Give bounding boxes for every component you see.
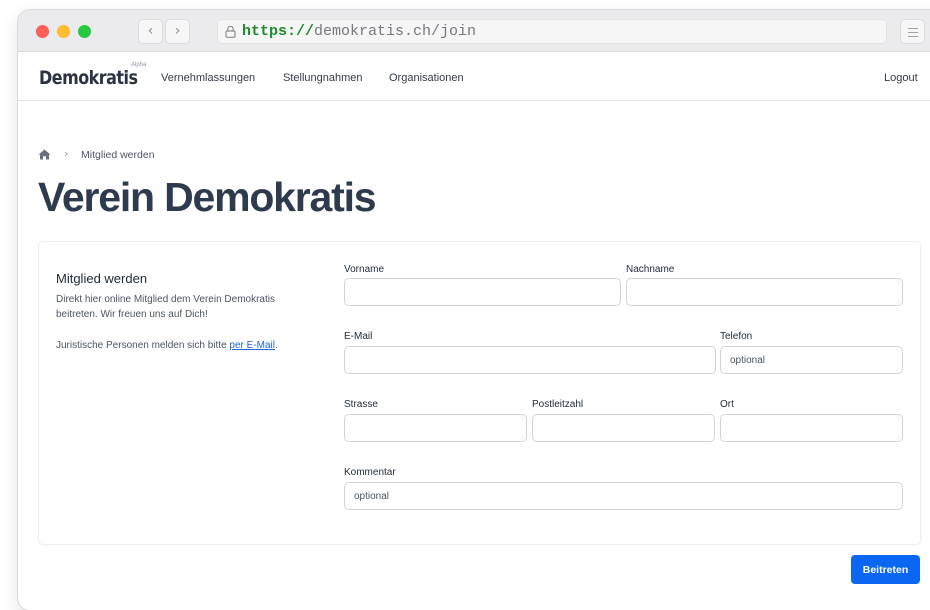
telefon-label: Telefon — [720, 331, 753, 342]
chevron-right-icon: › — [174, 23, 181, 39]
vorname-field[interactable] — [344, 278, 621, 306]
vorname-label: Vorname — [344, 264, 385, 275]
address-bar[interactable]: https://demokratis.ch/join — [217, 19, 887, 44]
nachname-field[interactable] — [626, 278, 903, 306]
email-field[interactable] — [344, 346, 716, 374]
home-icon[interactable] — [38, 149, 51, 160]
close-window-button[interactable] — [36, 25, 49, 38]
ort-label: Ort — [720, 399, 734, 410]
forward-button[interactable]: › — [165, 19, 190, 44]
beitreten-button[interactable]: Beitreten — [851, 555, 920, 584]
breadcrumb-current: Mitglied werden — [81, 149, 155, 161]
email-link[interactable]: per E-Mail — [229, 340, 275, 351]
browser-toolbar: ‹ › https://demokratis.ch/join — [18, 10, 930, 52]
nav-organisationen[interactable]: Organisationen — [389, 72, 464, 84]
chevron-left-icon: ‹ — [147, 23, 154, 39]
site-header: Demokratis Alpha Vernehmlassungen Stellu… — [18, 52, 930, 101]
strasse-label: Strasse — [344, 399, 378, 410]
back-button[interactable]: ‹ — [138, 19, 163, 44]
nachname-label: Nachname — [626, 264, 675, 275]
browser-window: ‹ › https://demokratis.ch/join Demokrati… — [18, 10, 930, 610]
kommentar-label: Kommentar — [344, 467, 396, 478]
ort-field[interactable] — [720, 414, 903, 442]
url-scheme: https:// — [242, 23, 315, 40]
kommentar-field[interactable] — [344, 482, 903, 510]
strasse-field[interactable] — [344, 414, 527, 442]
alpha-badge: Alpha — [131, 62, 147, 68]
menu-icon — [908, 28, 918, 29]
email-label: E-Mail — [344, 331, 373, 342]
postleitzahl-field[interactable] — [532, 414, 715, 442]
telefon-field[interactable] — [720, 346, 903, 374]
lock-icon — [225, 25, 236, 38]
postleitzahl-label: Postleitzahl — [532, 399, 584, 410]
logout-link[interactable]: Logout — [884, 72, 918, 84]
brand-logo[interactable]: Demokratis — [39, 67, 138, 89]
form-section-description: Direkt hier online Mitglied dem Verein D… — [56, 294, 275, 320]
page-title: Verein Demokratis — [38, 174, 377, 220]
minimize-window-button[interactable] — [57, 25, 70, 38]
url-text: https://demokratis.ch/join — [242, 23, 476, 40]
zoom-window-button[interactable] — [78, 25, 91, 38]
breadcrumb-separator: › — [64, 147, 69, 160]
note-prefix: Juristische Personen melden sich bitte — [56, 340, 230, 351]
nav-vernehmlassungen[interactable]: Vernehmlassungen — [161, 72, 255, 84]
legal-entities-note: Juristische Personen melden sich bitte p… — [56, 340, 278, 351]
browser-menu-button[interactable] — [900, 19, 925, 44]
membership-form-card: Mitglied werden Direkt hier online Mitgl… — [39, 242, 920, 544]
note-suffix: . — [275, 340, 278, 351]
url-path: demokratis.ch/join — [314, 23, 477, 40]
nav-stellungnahmen[interactable]: Stellungnahmen — [283, 72, 363, 84]
form-section-title: Mitglied werden — [56, 271, 148, 286]
